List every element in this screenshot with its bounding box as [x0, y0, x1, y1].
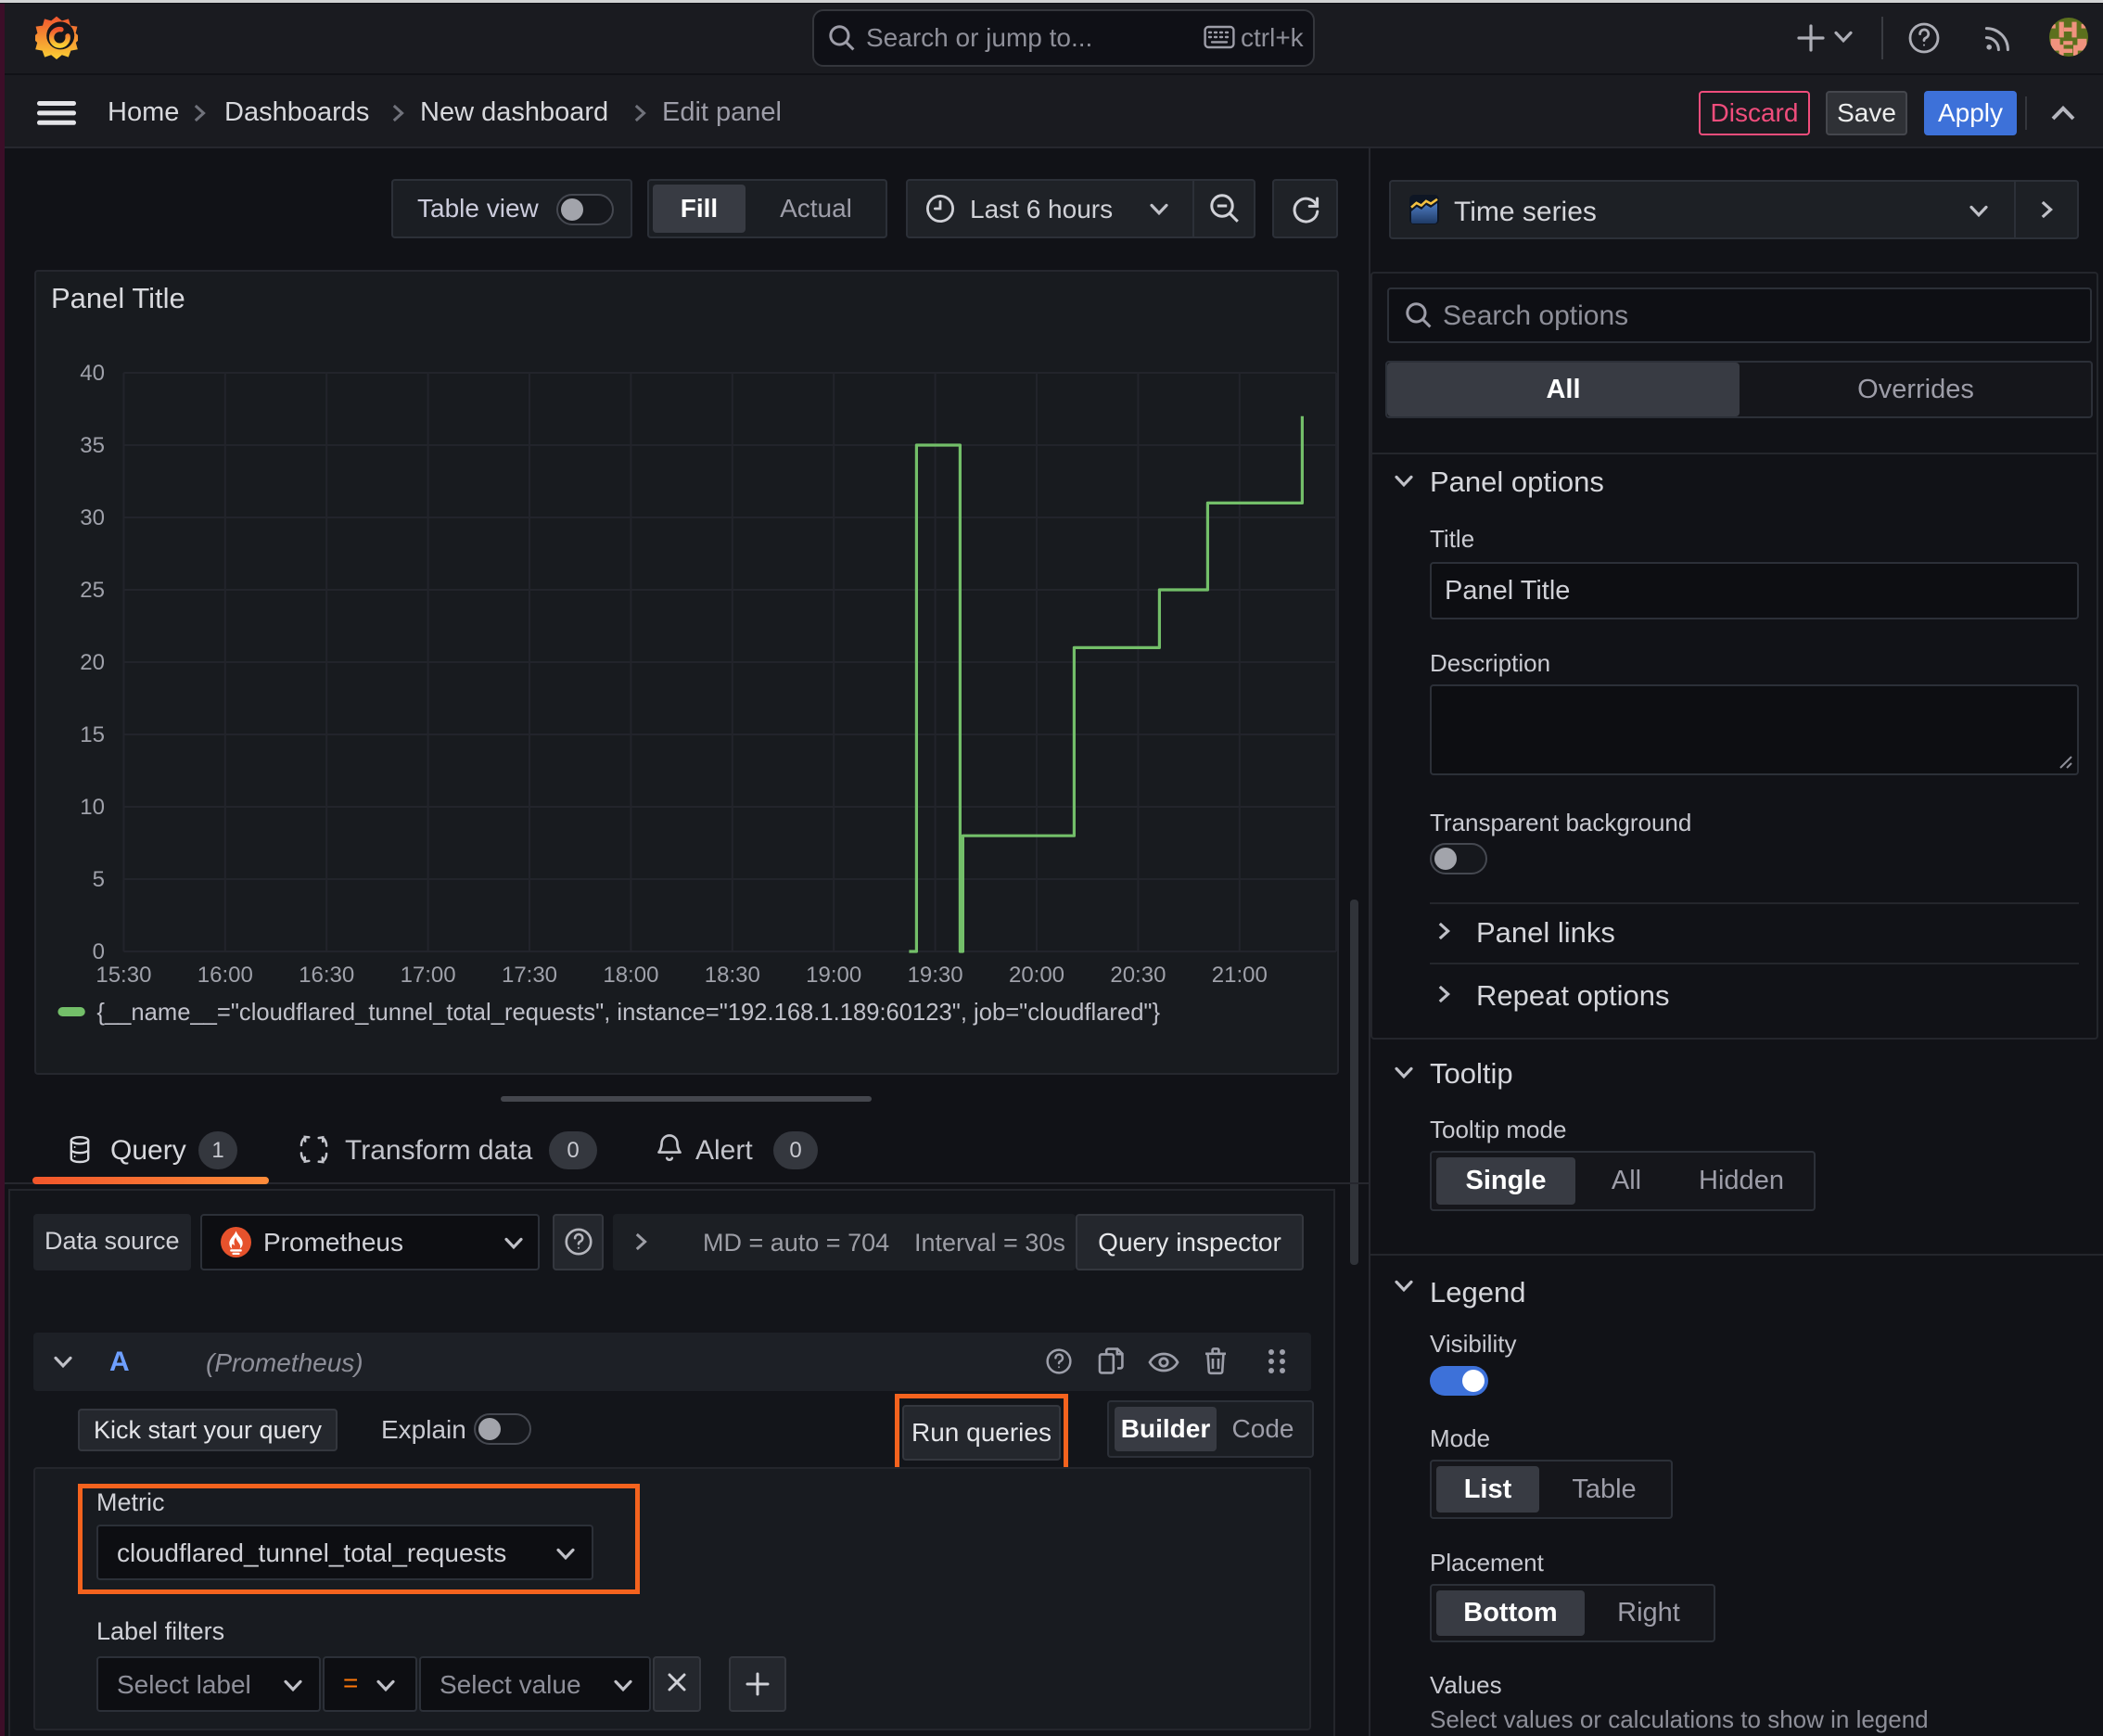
svg-text:18:00: 18:00	[603, 963, 658, 988]
svg-text:20: 20	[80, 650, 105, 675]
svg-text:19:00: 19:00	[806, 963, 861, 988]
svg-text:{__name__="cloudflared_tunnel_: {__name__="cloudflared_tunnel_total_requ…	[96, 1000, 1160, 1026]
svg-text:25: 25	[80, 578, 105, 603]
svg-text:17:00: 17:00	[400, 963, 455, 988]
svg-text:16:30: 16:30	[299, 963, 354, 988]
svg-text:15:30: 15:30	[96, 963, 151, 988]
svg-text:20:30: 20:30	[1110, 963, 1166, 988]
svg-text:19:30: 19:30	[907, 963, 962, 988]
svg-text:10: 10	[80, 795, 105, 820]
svg-text:30: 30	[80, 505, 105, 530]
svg-text:21:00: 21:00	[1211, 963, 1267, 988]
svg-text:40: 40	[80, 361, 105, 386]
svg-text:5: 5	[92, 867, 104, 892]
svg-text:20:00: 20:00	[1009, 963, 1064, 988]
svg-text:35: 35	[80, 433, 105, 458]
svg-text:16:00: 16:00	[197, 963, 252, 988]
svg-text:15: 15	[80, 722, 105, 747]
svg-text:18:30: 18:30	[704, 963, 759, 988]
svg-text:17:30: 17:30	[502, 963, 557, 988]
svg-text:0: 0	[92, 939, 104, 964]
